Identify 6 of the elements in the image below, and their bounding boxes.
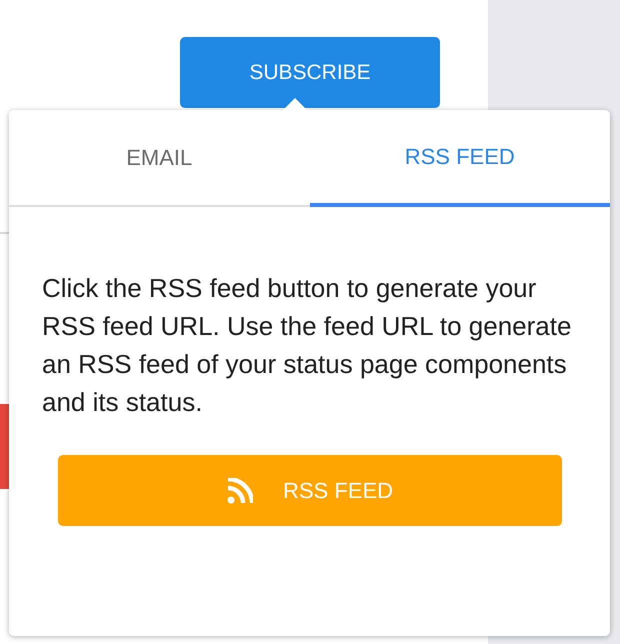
tab[interactable]: RSS FEED xyxy=(310,110,610,207)
subscribe-button[interactable]: SUBSCRIBE xyxy=(180,37,440,108)
description-text: Click the RSS feed button to generate your RSS feed URL. Use the feed URL to generate an RSS feed of your status page components and its status. xyxy=(42,272,572,419)
rss-feed-button[interactable]: RSS FEED xyxy=(58,455,562,526)
rss-icon xyxy=(226,478,253,504)
tab[interactable]: EMAIL xyxy=(9,110,310,205)
